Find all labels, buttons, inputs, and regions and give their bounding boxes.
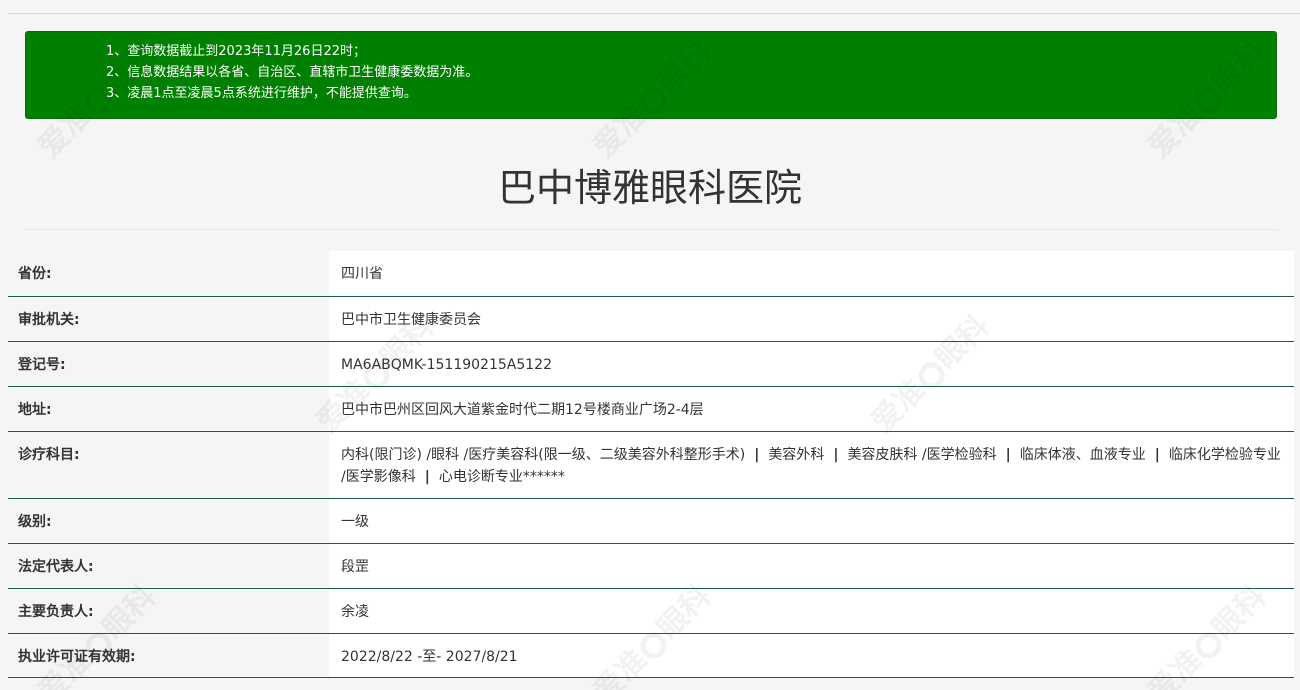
field-label: 级别: — [8, 498, 329, 544]
field-label: 主要负责人: — [8, 588, 329, 634]
field-value-departments: 内科(限门诊) /眼科 /医疗美容科(限一级、二级美容外科整形手术) | 美容外科 |… — [329, 431, 1294, 499]
table-row-registration-no: 登记号: MA6ABQMK-151190215A5122 — [8, 341, 1294, 387]
department-text: 临床体液、血液专业 — [1019, 446, 1146, 463]
department-text: 内科(限门诊) /眼科 /医疗美容科(限一级、二级美容外科整形手术) — [341, 446, 746, 463]
notice-item: 2、信息数据结果以各省、自治区、直辖市卫生健康委数据为准。 — [106, 65, 479, 80]
field-value: 段罡 — [329, 543, 1294, 589]
field-value: 2022/8/22 -至- 2027/8/21 — [329, 633, 1294, 678]
field-value: 余凌 — [329, 588, 1294, 634]
table-row-principal: 主要负责人: 余凌 — [8, 588, 1294, 634]
page-title: 巴中博雅眼科医院 — [497, 166, 802, 210]
field-label: 地址: — [8, 386, 329, 432]
notice-item: 3、凌晨1点至凌晨5点系统进行维护，不能提供查询。 — [106, 86, 417, 101]
notice-item: 1、查询数据截止到2023年11月26日22时； — [106, 44, 366, 59]
field-value: 一级 — [329, 498, 1294, 544]
department-text: 心电诊断专业****** — [438, 468, 565, 485]
field-value: 巴中市卫生健康委员会 — [329, 296, 1294, 342]
table-row-province: 省份: 四川省 — [8, 251, 1294, 297]
notice-list: 1、查询数据截止到2023年11月26日22时； 2、信息数据结果以各省、自治区… — [26, 41, 1276, 104]
field-value: 巴中市巴州区回风大道紫金时代二期12号楼商业广场2-4层 — [329, 386, 1294, 432]
department-text: 美容皮肤科 /医学检验科 — [847, 446, 997, 463]
top-divider — [8, 13, 1300, 14]
field-label: 执业许可证有效期: — [8, 633, 329, 678]
separator: | — [754, 446, 760, 463]
field-label: 审批机关: — [8, 296, 329, 342]
field-label: 登记号: — [8, 341, 329, 387]
table-row-address: 地址: 巴中市巴州区回风大道紫金时代二期12号楼商业广场2-4层 — [8, 386, 1294, 432]
table-row-departments: 诊疗科目: 内科(限门诊) /眼科 /医疗美容科(限一级、二级美容外科整形手术)… — [8, 431, 1294, 499]
hospital-info-table: 省份: 四川省 审批机关: 巴中市卫生健康委员会 登记号: MA6ABQMK-1… — [8, 251, 1294, 678]
table-row-license-validity: 执业许可证有效期: 2022/8/22 -至- 2027/8/21 — [8, 633, 1294, 678]
page: 1、查询数据截止到2023年11月26日22时； 2、信息数据结果以各省、自治区… — [0, 0, 1300, 690]
field-label: 诊疗科目: — [8, 431, 329, 499]
separator: | — [424, 468, 430, 485]
department-text: 美容外科 — [768, 446, 825, 463]
field-label: 法定代表人: — [8, 543, 329, 589]
separator: | — [1154, 446, 1160, 463]
field-label: 省份: — [8, 251, 329, 297]
table-row-legal-representative: 法定代表人: 段罡 — [8, 543, 1294, 589]
field-value: 四川省 — [329, 251, 1294, 297]
separator: | — [1005, 446, 1011, 463]
notice-banner: 1、查询数据截止到2023年11月26日22时； 2、信息数据结果以各省、自治区… — [25, 31, 1277, 119]
separator: | — [833, 446, 839, 463]
table-row-approval-authority: 审批机关: 巴中市卫生健康委员会 — [8, 296, 1294, 342]
field-value: MA6ABQMK-151190215A5122 — [329, 341, 1294, 387]
title-divider — [25, 229, 1278, 230]
table-row-level: 级别: 一级 — [8, 498, 1294, 544]
